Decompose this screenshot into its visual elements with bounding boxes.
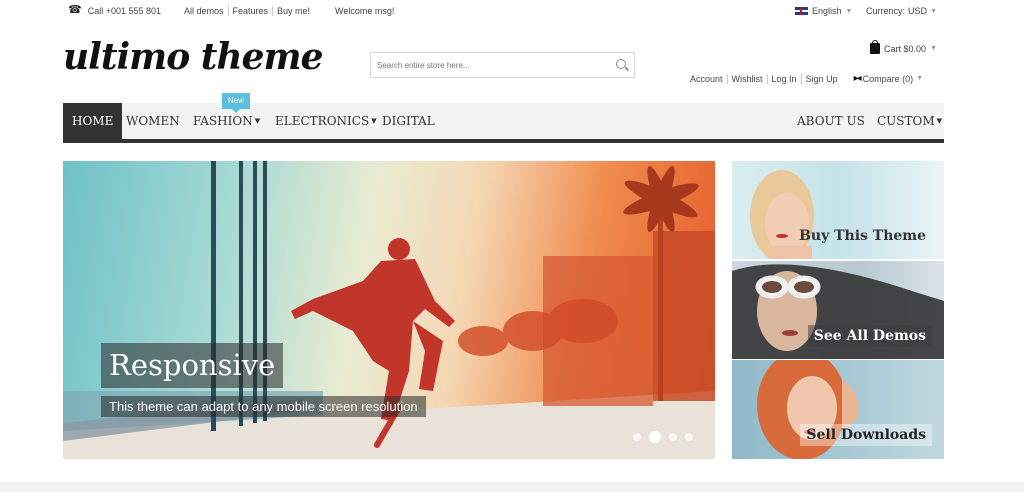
- language-label: English: [812, 6, 842, 16]
- top-links: All demos Features Buy me!: [184, 6, 314, 16]
- nav-item-custom[interactable]: CUSTOM ▼: [868, 103, 951, 139]
- language-switcher[interactable]: English ▼: [795, 6, 852, 16]
- compare-label: Compare (0): [862, 73, 914, 84]
- slider-dot[interactable]: [669, 433, 677, 441]
- hero-title: Responsive: [101, 343, 284, 388]
- site-logo[interactable]: ultimo theme: [63, 36, 323, 78]
- top-bar: ☎ Call +001 555 801 All demos Features B…: [0, 0, 1024, 24]
- compare-arrows-icon: ▸◂: [853, 73, 862, 84]
- slider-pagination: [633, 431, 693, 443]
- main-navigation: HOME WOMEN FASHION ▼ ELECTRONICS ▼ DIGITAL…: [63, 103, 944, 143]
- chevron-down-icon: ▼: [845, 7, 853, 15]
- new-badge: New: [222, 93, 250, 113]
- nav-item-electronics-label: ELECTRONICS: [275, 114, 370, 128]
- nav-item-digital[interactable]: DIGITAL: [373, 103, 444, 139]
- nav-item-fashion-label: FASHION: [193, 114, 253, 128]
- nav-item-women[interactable]: WOMEN: [117, 103, 189, 139]
- nav-item-about-us[interactable]: ABOUT US: [788, 103, 874, 139]
- currency-label: Currency:: [866, 6, 906, 16]
- link-wishlist[interactable]: Wishlist: [726, 73, 767, 84]
- chevron-down-icon: ▼: [930, 45, 937, 52]
- chevron-down-icon: ▼: [254, 117, 261, 125]
- link-sign-up[interactable]: Sign Up: [800, 73, 842, 84]
- link-log-in[interactable]: Log In: [766, 73, 801, 84]
- search-input[interactable]: [371, 53, 601, 77]
- phone-text: Call +001 555 801: [87, 5, 162, 16]
- phone-info: ☎ Call +001 555 801: [68, 5, 161, 16]
- banner-buy-theme[interactable]: Buy This Theme: [732, 161, 944, 259]
- slider-dot[interactable]: [685, 433, 693, 441]
- account-links: Account Wishlist Log In Sign Up ▸◂ Compa…: [690, 73, 923, 84]
- uk-flag-icon: [795, 7, 808, 15]
- compare-button[interactable]: ▸◂ Compare (0) ▼: [854, 73, 924, 84]
- hero-subtitle: This theme can adapt to any mobile scree…: [101, 396, 426, 417]
- nav-item-home[interactable]: HOME: [63, 103, 123, 139]
- currency-value: USD: [908, 6, 928, 16]
- chevron-down-icon: ▼: [916, 75, 924, 82]
- banner-label: See All Demos: [807, 325, 932, 347]
- top-link-features[interactable]: Features: [227, 6, 273, 16]
- cart-button[interactable]: Cart $0.00 ▼: [870, 40, 937, 54]
- search-box: [370, 52, 635, 78]
- phone-icon: ☎: [68, 4, 82, 16]
- link-account[interactable]: Account: [690, 74, 727, 84]
- slider-dot-active[interactable]: [649, 431, 661, 443]
- top-link-buy-me[interactable]: Buy me!: [272, 6, 314, 16]
- chevron-down-icon: ▼: [930, 7, 937, 15]
- banner-label: Sell Downloads: [800, 424, 932, 446]
- cart-label: Cart $0.00: [884, 43, 927, 54]
- page-bottom-strip: [0, 482, 1024, 492]
- top-link-all-demos[interactable]: All demos: [184, 6, 228, 16]
- currency-switcher[interactable]: Currency: USD ▼: [866, 6, 937, 16]
- shopping-bag-icon: [870, 40, 880, 54]
- nav-item-electronics[interactable]: ELECTRONICS ▼: [266, 103, 386, 139]
- banner-label: Buy This Theme: [799, 228, 926, 244]
- slider-dot[interactable]: [633, 433, 641, 441]
- nav-item-custom-label: CUSTOM: [877, 114, 935, 128]
- banner-see-demos[interactable]: See All Demos: [732, 261, 944, 359]
- banner-sell-downloads[interactable]: Sell Downloads: [732, 360, 944, 459]
- chevron-down-icon: ▼: [936, 117, 943, 125]
- search-icon[interactable]: [616, 59, 626, 69]
- welcome-message: Welcome msg!: [335, 6, 395, 16]
